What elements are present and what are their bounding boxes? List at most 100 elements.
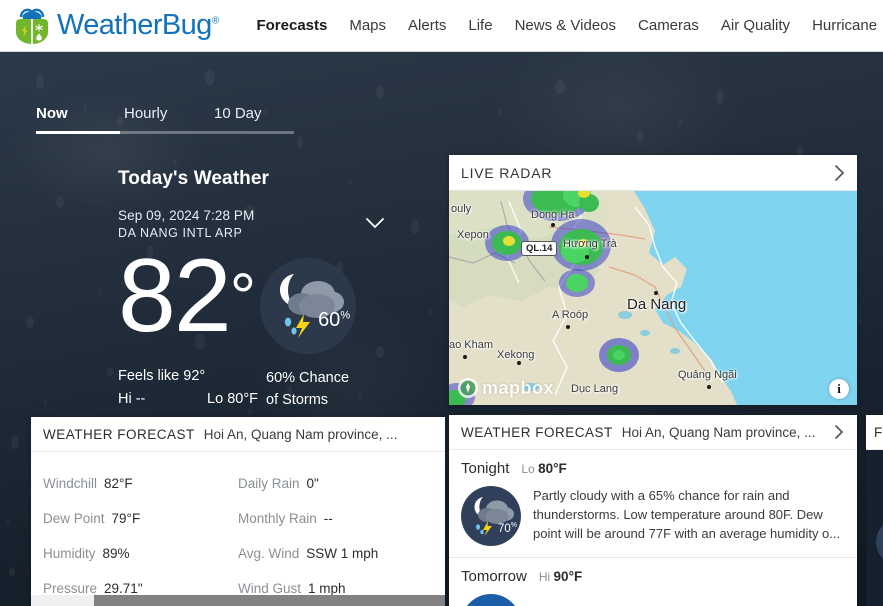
map-label-xekong: Xekong: [497, 349, 535, 361]
forecast-hilo: Lo 80°F: [521, 461, 566, 476]
registered-mark: ®: [211, 15, 219, 27]
weather-icon: [876, 518, 883, 566]
nav-item-forecasts[interactable]: Forecasts: [256, 17, 327, 34]
day-thunderstorm-icon: [461, 594, 521, 606]
forecast-card: WEATHER FORECAST Hoi An, Quang Nam provi…: [449, 415, 857, 606]
forecast-view-tabs: Now Hourly 10 Day: [36, 94, 294, 134]
nav-item-life[interactable]: Life: [468, 17, 492, 34]
chevron-right-icon[interactable]: [833, 424, 845, 440]
next-forecast-card-peek[interactable]: F: [866, 415, 883, 606]
observation-label: Daily Rain: [238, 476, 300, 491]
map-label-da-nang: Da Nang: [627, 296, 687, 313]
station-name: DA NANG INTL ARP: [118, 226, 243, 240]
observations-card-title: WEATHER FORECAST: [43, 426, 195, 442]
low-temp: Lo 80°F: [207, 391, 258, 407]
observation-value: 1 mph: [308, 581, 346, 596]
observations-grid: Windchill 82°F Dew Point 79°F Humidity 8…: [31, 452, 445, 606]
location-meta: Sep 09, 2024 7:28 PM DA NANG INTL ARP: [118, 208, 384, 240]
observation-label: Pressure: [43, 581, 98, 596]
forecast-tonight: Tonight Lo 80°F 70% Partly cloudy with a…: [449, 450, 857, 546]
tab-now[interactable]: Now: [36, 105, 124, 122]
map-label-xepon: Xepon: [457, 229, 489, 241]
temperature-value: 82: [118, 238, 232, 354]
peek-card-title: F: [874, 424, 883, 440]
current-stats: Feels like 92° Hi -- Lo 80°F 60% Chance …: [118, 368, 396, 414]
forecast-tomorrow: Tomorrow Hi 90°F: [449, 558, 857, 606]
forecast-hilo: Hi 90°F: [539, 569, 582, 584]
scrollbar-thumb[interactable]: [94, 595, 445, 606]
map-city-dot: [463, 355, 467, 359]
logo-link[interactable]: WeatherBug®: [12, 7, 219, 45]
observation-label: Humidity: [43, 546, 96, 561]
map-label-duc-lang: Dục Lang: [571, 383, 619, 395]
forecast-card-location: Hoi An, Quang Nam province, ...: [621, 424, 816, 440]
feels-like: Feels like 92°: [118, 368, 206, 384]
brand-name: WeatherBug®: [57, 9, 219, 42]
observation-value: 0": [306, 476, 319, 491]
brand-label: WeatherBug: [57, 9, 212, 41]
info-icon[interactable]: i: [829, 379, 849, 399]
nav-item-air-quality[interactable]: Air Quality: [721, 17, 790, 34]
forecast-hilo-value: 90°F: [553, 569, 583, 584]
observation-monthly-rain: Monthly Rain --: [238, 501, 433, 536]
current-temperature-row: 82° 60%: [118, 244, 396, 354]
page-title: Today's Weather: [118, 168, 270, 189]
map-label-ql14: QL.14: [521, 241, 558, 256]
observation-label: Wind Gust: [238, 581, 302, 596]
weatherbug-ladybug-logo-icon: [12, 7, 52, 45]
tab-underline-active: [36, 131, 120, 134]
percent-sign: %: [510, 522, 517, 530]
forecast-day-label: Tonight: [461, 460, 510, 477]
mapbox-attribution[interactable]: mapbox: [457, 377, 554, 399]
live-radar-card[interactable]: LIVE RADAR ouly Xepon Dong Ha QL.14 Hươn…: [449, 155, 857, 405]
chevron-down-icon[interactable]: [364, 216, 386, 230]
live-radar-header[interactable]: LIVE RADAR: [449, 155, 857, 191]
observation-value: 79°F: [111, 511, 141, 526]
map-city-dot: [566, 325, 570, 329]
forecast-precip-chance: 70%: [498, 522, 517, 535]
observation-value: --: [323, 511, 333, 526]
tab-10-day[interactable]: 10 Day: [214, 105, 294, 122]
forecast-hilo-prefix: Hi: [538, 570, 551, 584]
peek-card-header: F: [866, 415, 883, 450]
precip-chance-value: 60: [318, 309, 341, 331]
night-thunderstorm-icon: [280, 274, 345, 338]
radar-map[interactable]: ouly Xepon Dong Ha QL.14 Hương Trà Da Na…: [449, 191, 857, 405]
nav-item-hurricane[interactable]: Hurricane: [812, 17, 877, 34]
top-navigation-bar: WeatherBug® Forecasts Maps Alerts Life N…: [0, 0, 883, 52]
observation-value: 89%: [102, 546, 130, 561]
tab-hourly[interactable]: Hourly: [124, 105, 214, 122]
map-city-dot: [551, 223, 555, 227]
observation-label: Windchill: [43, 476, 98, 491]
observation-avg-wind: Avg. Wind SSW 1 mph: [238, 536, 433, 571]
horizontal-scrollbar[interactable]: [31, 595, 445, 606]
mapbox-wordmark: mapbox: [482, 377, 555, 398]
night-thunderstorm-icon: 70%: [461, 486, 521, 546]
storm-chance-line1: 60% Chance: [266, 370, 350, 386]
forecast-precip-value: 70: [497, 523, 511, 535]
chevron-right-icon[interactable]: [833, 164, 845, 182]
forecast-day-label: Tomorrow: [461, 568, 527, 585]
observation-datetime: Sep 09, 2024 7:28 PM: [118, 208, 255, 223]
high-temp: Hi --: [118, 391, 146, 407]
percent-sign: %: [340, 309, 351, 322]
map-city-dot: [654, 291, 658, 295]
peek-card-body: [866, 450, 883, 606]
nav-item-news-videos[interactable]: News & Videos: [515, 17, 616, 34]
observations-card-header[interactable]: WEATHER FORECAST Hoi An, Quang Nam provi…: [31, 417, 445, 452]
nav-item-maps[interactable]: Maps: [349, 17, 386, 34]
observation-label: Monthly Rain: [238, 511, 317, 526]
tab-underline-track: [36, 131, 294, 134]
map-city-dot: [707, 385, 711, 389]
forecast-hilo-value: 80°F: [538, 461, 567, 476]
map-label-ouly: ouly: [451, 203, 472, 215]
forecast-card-header[interactable]: WEATHER FORECAST Hoi An, Quang Nam provi…: [449, 415, 857, 450]
nav-item-cameras[interactable]: Cameras: [638, 17, 699, 34]
map-label-quang-ngai: Quảng Ngãi: [678, 369, 737, 381]
observation-humidity: Humidity 89%: [43, 536, 238, 571]
map-label-a-roop: A Roóp: [552, 309, 589, 321]
observation-label: Dew Point: [43, 511, 105, 526]
forecast-hilo-prefix: Lo: [521, 462, 535, 476]
nav-item-alerts[interactable]: Alerts: [408, 17, 446, 34]
storm-chance-line2: of Storms: [266, 391, 329, 408]
